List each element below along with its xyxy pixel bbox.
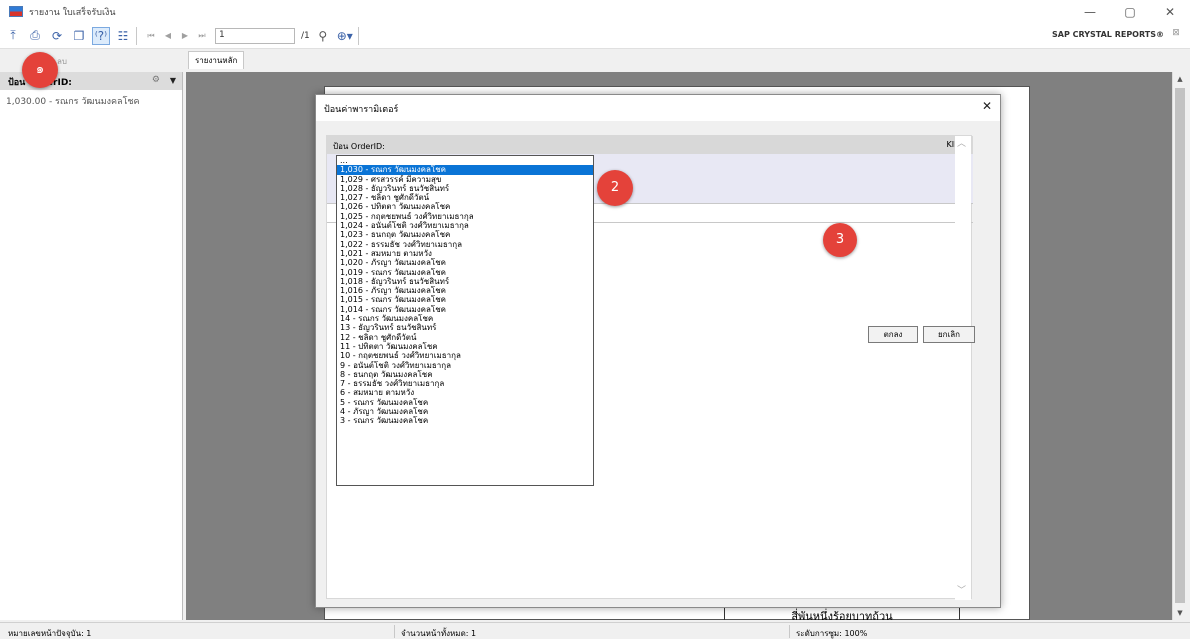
dropdown-option[interactable]: 8 - ธนกฤต วัฒนมงคลโชค bbox=[337, 370, 593, 379]
prev-page-icon[interactable]: ◀ bbox=[161, 27, 175, 45]
next-page-icon[interactable]: ▶ bbox=[178, 27, 192, 45]
dropdown-option[interactable]: 7 - ธรรมธัช วงศ์วิทยาเมธากุล bbox=[337, 379, 593, 388]
first-page-icon[interactable]: ⏮ bbox=[144, 27, 158, 45]
find-icon[interactable]: ⚲ bbox=[314, 27, 332, 45]
status-divider bbox=[789, 625, 790, 638]
chevron-down-icon[interactable]: ﹀ bbox=[957, 583, 966, 596]
tab-main-report[interactable]: รายงานหลัก bbox=[188, 51, 245, 69]
copy-icon[interactable]: ❐ bbox=[70, 27, 88, 45]
delete-label[interactable]: ลบ bbox=[57, 55, 67, 68]
parameter-panel: ป้อน OrderID: ⚙ ▼ 1,030.00 - รณกร วัฒนมง… bbox=[0, 72, 183, 620]
dialog-scrollbar[interactable]: ︿ ﹀ bbox=[955, 136, 971, 600]
page-total: /1 bbox=[301, 30, 310, 41]
page-number-input[interactable]: 1 bbox=[215, 27, 295, 44]
parameter-label: ป้อน OrderID: bbox=[333, 142, 385, 151]
dropdown-option[interactable]: 3 - รณกร วัฒนมงคลโชค bbox=[337, 416, 593, 425]
dropdown-option[interactable]: 10 - กฤตชยพนธ์ วงศ์วิทยาเมธากุล bbox=[337, 351, 593, 360]
dropdown-option[interactable]: 1,021 - สมหมาย ตามหวัง bbox=[337, 249, 593, 258]
brand-label: SAP CRYSTAL REPORTS® bbox=[1052, 30, 1164, 39]
scroll-up-icon[interactable]: ▲ bbox=[1173, 72, 1187, 86]
refresh-icon[interactable]: ⟳ bbox=[48, 27, 66, 45]
maximize-button[interactable]: ▢ bbox=[1110, 0, 1150, 23]
dialog-title-bar: ป้อนค่าพารามิเตอร์ ✕ bbox=[316, 95, 1000, 121]
dropdown-option[interactable]: 14 - รณกร วัฒนมงคลโชค bbox=[337, 314, 593, 323]
cancel-button[interactable]: ยกเลิก bbox=[923, 326, 975, 343]
parameter-value-item[interactable]: 1,030.00 - รณกร วัฒนมงคลโชค bbox=[0, 90, 182, 112]
dropdown-option[interactable]: 1,020 - ภัรญา วัฒนมงคลโชค bbox=[337, 258, 593, 267]
dropdown-option[interactable]: 1,024 - อนันต์โชติ วงศ์วิทยาเมธากุล bbox=[337, 221, 593, 230]
dropdown-option[interactable]: 6 - สมหมาย ตามหวัง bbox=[337, 388, 593, 397]
crystal-report-viewer-window: รายงาน ใบเสร็จรับเงิน — ▢ ✕ ⤒ ⎙ ⟳ ❐ ⁽?⁾ … bbox=[0, 0, 1190, 639]
dropdown-option[interactable]: ... bbox=[337, 156, 593, 165]
window-controls: — ▢ ✕ bbox=[1070, 0, 1190, 23]
callout-badge-2: 2 bbox=[597, 170, 633, 206]
dropdown-option[interactable]: 1,018 - ธัญวรินทร์ ธนวัชสินทร์ bbox=[337, 277, 593, 286]
chevron-down-icon[interactable]: ▼ bbox=[170, 76, 176, 85]
dropdown-option[interactable]: 1,030 - รณกร วัฒนมงคลโชค bbox=[337, 165, 593, 175]
tab-bar: ✕ ลบ รายงานหลัก bbox=[0, 50, 1190, 70]
dropdown-option[interactable]: 1,025 - กฤตชยพนธ์ วงศ์วิทยาเมธากุล bbox=[337, 212, 593, 221]
dropdown-option[interactable]: 12 - ชลิดา ชูศักดิ์วัตน์ bbox=[337, 333, 593, 342]
callout-badge-1: ๑ bbox=[22, 52, 58, 88]
dropdown-option[interactable]: 5 - รณกร วัฒนมงคลโชค bbox=[337, 398, 593, 407]
dropdown-option[interactable]: 4 - ภัรญา วัฒนมงคลโชค bbox=[337, 407, 593, 416]
dropdown-option[interactable]: 11 - ปทิตตา วัฒนมงคลโชค bbox=[337, 342, 593, 351]
ok-button[interactable]: ตกลง bbox=[868, 326, 918, 343]
status-zoom: ระดับการซูม: 100% bbox=[796, 629, 868, 638]
dropdown-option[interactable]: 1,014 - รณกร วัฒนมงคลโชค bbox=[337, 305, 593, 314]
parameter-panel-icon[interactable]: ⁽?⁾ bbox=[92, 26, 110, 45]
orderid-dropdown-list[interactable]: ... 1,030 - รณกร วัฒนมงคลโชค 1,029 - ศรสวร… bbox=[336, 155, 594, 486]
close-panel-icon[interactable]: ⊠ bbox=[1170, 28, 1182, 40]
dialog-close-icon[interactable]: ✕ bbox=[982, 99, 992, 113]
status-current-page: หมายเลขหน้าปัจจุบัน: 1 bbox=[8, 629, 92, 638]
dropdown-option[interactable]: 1,023 - ธนกฤต วัฒนมงคลโชค bbox=[337, 230, 593, 239]
canvas-scrollbar[interactable]: ▲ ▼ bbox=[1172, 72, 1186, 620]
viewer-toolbar: ⤒ ⎙ ⟳ ❐ ⁽?⁾ ☷ ⏮ ◀ ▶ ⏭ 1 /1 ⚲ ⊕▾ SAP CRYS… bbox=[0, 23, 1190, 49]
dropdown-option[interactable]: 1,029 - ศรสวรรค์ มีความสุข bbox=[337, 175, 593, 184]
dropdown-option[interactable]: 1,028 - ธัญวรินทร์ ธนวัชสินทร์ bbox=[337, 184, 593, 193]
toolbar-divider bbox=[136, 26, 137, 45]
dialog-title: ป้อนค่าพารามิเตอร์ bbox=[324, 105, 399, 115]
dropdown-option[interactable]: 1,016 - ภัรญา วัฒนมงคลโชค bbox=[337, 286, 593, 295]
print-icon[interactable]: ⎙ bbox=[26, 27, 44, 45]
dropdown-option[interactable]: 1,027 - ชลิดา ชูศักดิ์วัตน์ bbox=[337, 193, 593, 202]
dropdown-option[interactable]: 13 - ธัญวรินทร์ ธนวัชสินทร์ bbox=[337, 323, 593, 332]
dropdown-option[interactable]: 1,026 - ปทิตตา วัฒนมงคลโชค bbox=[337, 202, 593, 211]
export-icon[interactable]: ⤒ bbox=[4, 27, 22, 45]
title-bar: รายงาน ใบเสร็จรับเงิน — ▢ ✕ bbox=[0, 0, 1190, 23]
chevron-up-icon[interactable]: ︿ bbox=[957, 136, 966, 149]
filter-icon[interactable]: ⚙ bbox=[152, 75, 160, 85]
dropdown-option[interactable]: 1,015 - รณกร วัฒนมงคลโชค bbox=[337, 295, 593, 304]
scroll-down-icon[interactable]: ▼ bbox=[1173, 606, 1187, 620]
parameter-header: ป้อน OrderID: KILL bbox=[327, 136, 973, 154]
dropdown-option[interactable]: 1,019 - รณกร วัฒนมงคลโชค bbox=[337, 268, 593, 277]
toolbar-divider bbox=[357, 26, 359, 45]
last-page-icon[interactable]: ⏭ bbox=[195, 27, 209, 45]
dropdown-option[interactable]: 1,022 - ธรรมธัช วงศ์วิทยาเมธากุล bbox=[337, 240, 593, 249]
dropdown-option[interactable]: 9 - อนันต์โชติ วงศ์วิทยาเมธากุล bbox=[337, 361, 593, 370]
scroll-thumb[interactable] bbox=[1175, 88, 1185, 603]
minimize-button[interactable]: — bbox=[1070, 0, 1110, 23]
status-divider bbox=[394, 625, 395, 638]
window-title: รายงาน ใบเสร็จรับเงิน bbox=[29, 7, 116, 18]
group-tree-icon[interactable]: ☷ bbox=[114, 27, 132, 45]
report-amount-text: สี่พันหนึ่งร้อยบาทถ้วน bbox=[724, 607, 960, 620]
app-icon bbox=[9, 6, 23, 17]
callout-badge-3: 3 bbox=[823, 223, 857, 257]
status-total-pages: จำนวนหน้าทั้งหมด: 1 bbox=[401, 629, 477, 638]
status-bar: หมายเลขหน้าปัจจุบัน: 1 จำนวนหน้าทั้งหมด:… bbox=[0, 622, 1190, 639]
zoom-icon[interactable]: ⊕▾ bbox=[336, 27, 354, 45]
close-button[interactable]: ✕ bbox=[1150, 0, 1190, 23]
